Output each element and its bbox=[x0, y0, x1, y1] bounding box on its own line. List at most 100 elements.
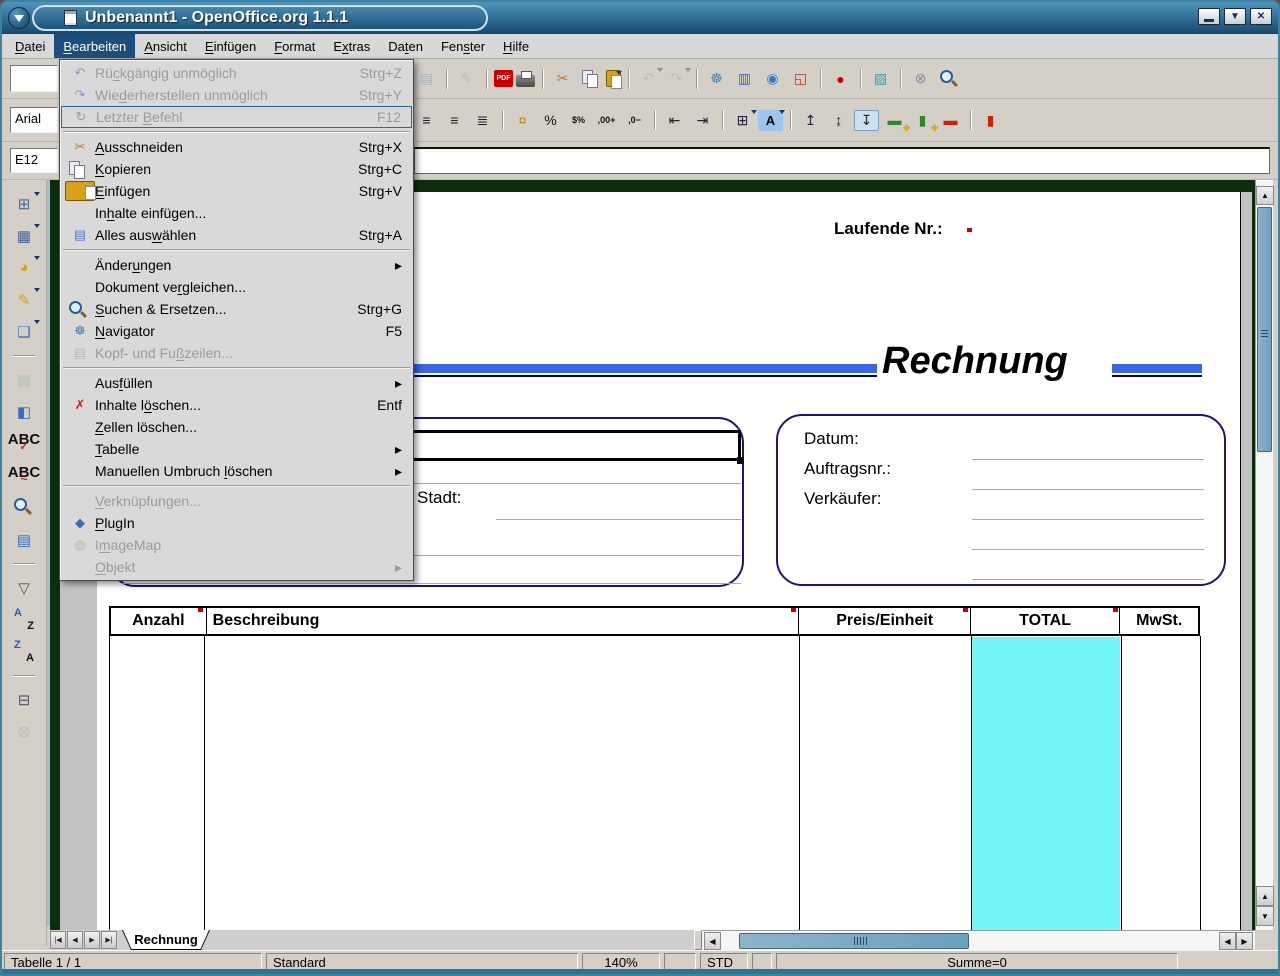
menu-datei[interactable]: Datei bbox=[6, 34, 54, 58]
autofilter-icon[interactable]: ▽ bbox=[10, 576, 38, 599]
menu-item-inhalte-einfugen[interactable]: Inhalte einfügen... bbox=[61, 202, 412, 224]
menu-item-objekt[interactable]: Objekt▸ bbox=[61, 556, 412, 578]
window-menu-button[interactable] bbox=[8, 7, 30, 29]
scroll-up-button[interactable]: ▲ bbox=[1256, 186, 1274, 205]
sheet-tab-rechnung[interactable]: Rechnung bbox=[122, 930, 210, 950]
align-justify-icon[interactable]: ≣ bbox=[470, 110, 495, 131]
menu-item-navigator[interactable]: ☸NavigatorF5 bbox=[61, 320, 412, 342]
menu-item-alles-auswahlen[interactable]: ▤Alles auswählenStrg+A bbox=[61, 224, 412, 246]
record-icon[interactable]: ● bbox=[828, 68, 853, 89]
align-right-icon[interactable]: ≡ bbox=[442, 110, 467, 131]
find-icon[interactable] bbox=[10, 496, 38, 519]
menu-einfugen[interactable]: Einfügen bbox=[196, 34, 265, 58]
menu-item-imagemap[interactable]: ◍ImageMap bbox=[61, 534, 412, 556]
stop-icon[interactable]: ⊗ bbox=[908, 68, 933, 89]
menu-daten[interactable]: Daten bbox=[379, 34, 432, 58]
save-icon[interactable]: ▤ bbox=[414, 68, 439, 89]
page-preview-icon[interactable] bbox=[936, 68, 961, 89]
last-sheet-button[interactable]: ▶| bbox=[101, 931, 117, 949]
draw-functions-icon[interactable]: ✎ bbox=[10, 288, 38, 311]
form-design-icon[interactable]: ▦ bbox=[10, 368, 38, 391]
menu-item-kopieren[interactable]: KopierenStrg+C bbox=[61, 158, 412, 180]
menu-item-verknupfungen[interactable]: Verknüpfungen... bbox=[61, 490, 412, 512]
menu-item-plugin[interactable]: ◆PlugIn bbox=[61, 512, 412, 534]
number-percent-icon[interactable]: % bbox=[538, 110, 563, 131]
tab-scrollbar-splitter[interactable] bbox=[694, 930, 702, 950]
insert-cells-icon[interactable]: ▦ bbox=[10, 224, 38, 247]
add-decimal-icon[interactable]: ,00+ bbox=[594, 110, 619, 131]
font-name-combobox[interactable]: Arial bbox=[10, 107, 58, 133]
auto-spellcheck-icon[interactable]: ABC bbox=[10, 464, 38, 487]
background-color-icon[interactable]: A bbox=[758, 110, 783, 131]
insert-object-icon[interactable]: ◕ bbox=[10, 256, 38, 279]
increase-indent-icon[interactable]: ⇥ bbox=[690, 110, 715, 131]
menu-item-ruckgangig-unmoglich[interactable]: ↶Rückgängig unmöglichStrg+Z bbox=[61, 62, 412, 84]
close-button[interactable]: ✕ bbox=[1250, 8, 1272, 25]
decrease-indent-icon[interactable]: ⇤ bbox=[662, 110, 687, 131]
insert-column-icon[interactable]: ▮ bbox=[910, 110, 935, 131]
menu-item-ausschneiden[interactable]: ✂AusschneidenStrg+X bbox=[61, 136, 412, 158]
number-currency-icon[interactable]: ¤ bbox=[510, 110, 535, 131]
menu-hilfe[interactable]: Hilfe bbox=[494, 34, 538, 58]
first-sheet-button[interactable]: |◀ bbox=[50, 931, 66, 949]
url-combobox[interactable] bbox=[10, 65, 58, 92]
hyperlink-icon[interactable]: ◉ bbox=[760, 68, 785, 89]
menu-fenster[interactable]: Fenster bbox=[432, 34, 494, 58]
stylist-icon[interactable]: ▥ bbox=[732, 68, 757, 89]
cell-reference-box[interactable]: E12 bbox=[10, 148, 58, 173]
vertical-scroll-thumb[interactable] bbox=[1257, 207, 1272, 452]
menu-item-zellen-loschen[interactable]: Zellen löschen... bbox=[61, 416, 412, 438]
title-bar[interactable]: Unbenannt1 - OpenOffice.org 1.1.1 ▼ ✕ bbox=[2, 2, 1278, 34]
menu-item-dokument-vergleichen[interactable]: Dokument vergleichen... bbox=[61, 276, 412, 298]
gallery-icon[interactable]: ▨ bbox=[868, 68, 893, 89]
menu-item-inhalte-loschen[interactable]: ✗Inhalte löschen...Entf bbox=[61, 394, 412, 416]
autoformat-icon[interactable]: ◧ bbox=[10, 400, 38, 423]
next-sheet-button[interactable]: ▶ bbox=[84, 931, 100, 949]
align-bottom-icon[interactable]: ↧ bbox=[854, 110, 879, 131]
selection-fill-handle[interactable] bbox=[737, 457, 744, 464]
menu-item-letzter-befehl[interactable]: ↻Letzter BefehlF12 bbox=[61, 106, 412, 128]
borders-icon[interactable]: ⊞ bbox=[730, 110, 755, 131]
menu-item-kopf-und-fusszeilen[interactable]: ▤Kopf- und Fußzeilen... bbox=[61, 342, 412, 364]
menu-item-wiederherstellen-unmoglich[interactable]: ↷Wiederherstellen unmöglichStrg+Y bbox=[61, 84, 412, 106]
menu-item-anderungen[interactable]: Änderungen▸ bbox=[61, 254, 412, 276]
sort-descending-icon[interactable] bbox=[10, 640, 38, 663]
delete-column-icon[interactable]: ▮ bbox=[978, 110, 1003, 131]
minimize-button[interactable] bbox=[1198, 8, 1220, 25]
horizontal-scrollbar[interactable]: ◀ ◀ ▶ bbox=[702, 930, 1255, 950]
insert-row-icon[interactable]: ▬ bbox=[882, 110, 907, 131]
undo-icon[interactable]: ↶ bbox=[636, 68, 661, 89]
align-center-icon[interactable]: ≡ bbox=[414, 110, 439, 131]
cut-icon[interactable]: ✂ bbox=[550, 68, 575, 89]
sort-ascending-icon[interactable] bbox=[10, 608, 38, 631]
menu-item-einfugen[interactable]: EinfügenStrg+V bbox=[61, 180, 412, 202]
previous-sheet-button[interactable]: ◀ bbox=[67, 931, 83, 949]
menu-extras[interactable]: Extras bbox=[324, 34, 379, 58]
scroll-down-button[interactable]: ▼ bbox=[1256, 906, 1274, 926]
edit-file-icon[interactable]: ✎ bbox=[454, 68, 479, 89]
delete-row-icon[interactable]: ▬ bbox=[938, 110, 963, 131]
scroll-left-button[interactable]: ◀ bbox=[704, 932, 721, 950]
number-standard-icon[interactable]: $% bbox=[566, 110, 591, 131]
group-icon[interactable]: ⊟ bbox=[10, 688, 38, 711]
zoom-page-icon[interactable]: ◱ bbox=[788, 68, 813, 89]
horizontal-scroll-thumb[interactable] bbox=[739, 933, 969, 949]
redo-icon[interactable]: ↷ bbox=[664, 68, 689, 89]
print-icon[interactable] bbox=[516, 75, 535, 87]
menu-ansicht[interactable]: Ansicht bbox=[135, 34, 196, 58]
align-top-icon[interactable]: ↥ bbox=[798, 110, 823, 131]
scroll-up-button-2[interactable]: ▲ bbox=[1256, 886, 1274, 906]
maximize-button[interactable]: ▼ bbox=[1224, 8, 1246, 25]
export-pdf-icon[interactable]: PDF bbox=[494, 70, 513, 87]
copy-icon[interactable] bbox=[578, 68, 603, 89]
data-sources-icon[interactable]: ▤ bbox=[10, 528, 38, 551]
ungroup-icon[interactable]: ⊠ bbox=[10, 720, 38, 743]
menu-bearbeiten[interactable]: Bearbeiten bbox=[54, 34, 135, 58]
align-center-vertical-icon[interactable]: ↨ bbox=[826, 110, 851, 131]
menu-format[interactable]: Format bbox=[265, 34, 324, 58]
form-functions-icon[interactable]: ❏ bbox=[10, 320, 38, 343]
scroll-right-button[interactable]: ▶ bbox=[1236, 932, 1253, 950]
scroll-right-left-button[interactable]: ◀ bbox=[1219, 932, 1236, 950]
delete-decimal-icon[interactable]: ,0− bbox=[622, 110, 647, 131]
menu-item-suchen-und-ersetzen[interactable]: Suchen & Ersetzen...Strg+G bbox=[61, 298, 412, 320]
